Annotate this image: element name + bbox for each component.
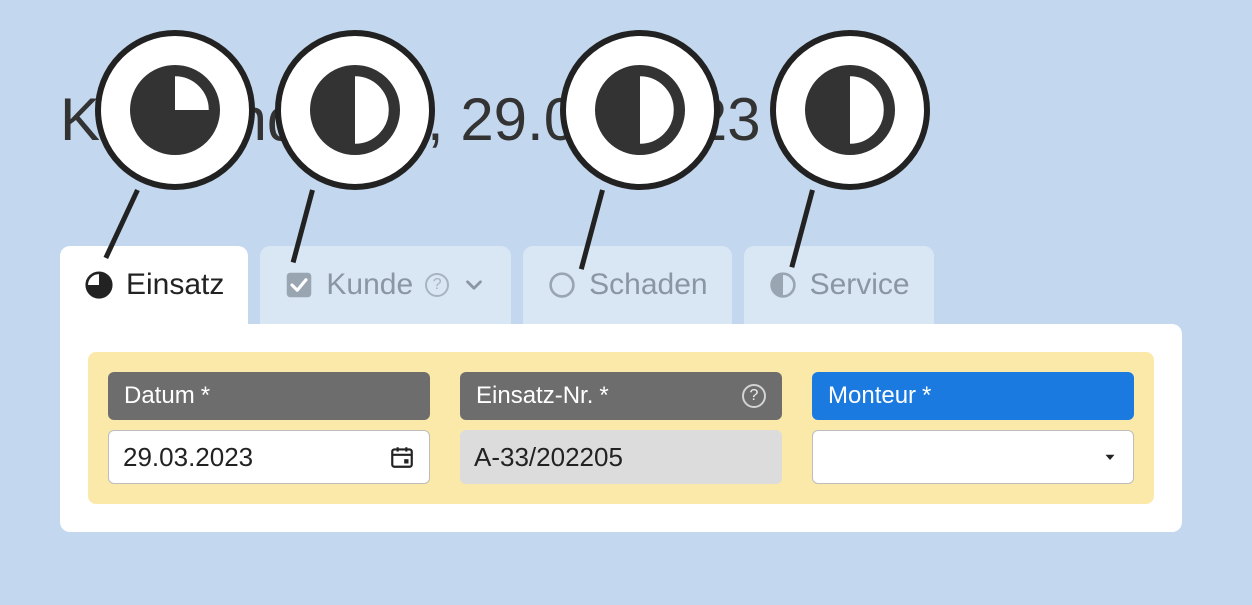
callout-kunde-icon: [275, 30, 435, 190]
help-icon[interactable]: ?: [425, 273, 449, 297]
tab-label: Einsatz: [126, 268, 224, 302]
checkbox-checked-icon: [284, 270, 314, 300]
tab-schaden[interactable]: Schaden: [523, 246, 731, 324]
callout-service-icon: [770, 30, 930, 190]
circle-empty-icon: [547, 270, 577, 300]
tab-label: Service: [810, 268, 910, 302]
form-panel: Datum * 29.03.2023 Einsatz-Nr. *: [60, 324, 1182, 532]
chevron-down-icon: [461, 272, 487, 298]
datum-value: 29.03.2023: [123, 442, 253, 473]
tab-label: Kunde: [326, 268, 413, 302]
tab-service[interactable]: Service: [744, 246, 934, 324]
callout-schaden-icon: [560, 30, 720, 190]
field-monteur: Monteur *: [812, 372, 1134, 484]
form-highlight-region: Datum * 29.03.2023 Einsatz-Nr. *: [88, 352, 1154, 504]
required-asterisk: *: [201, 382, 210, 410]
tab-einsatz[interactable]: Einsatz: [60, 246, 248, 324]
required-asterisk: *: [599, 382, 608, 410]
tabs-row: Einsatz Kunde ? Schaden Servi: [60, 246, 934, 324]
monteur-select[interactable]: [812, 430, 1134, 484]
pie-75-icon: [84, 270, 114, 300]
field-datum: Datum * 29.03.2023: [108, 372, 430, 484]
field-label-monteur: Monteur *: [812, 372, 1134, 420]
tab-label: Schaden: [589, 268, 707, 302]
callout-einsatz-icon: [95, 30, 255, 190]
datum-input[interactable]: 29.03.2023: [108, 430, 430, 484]
field-einsatznr: Einsatz-Nr. * ? A-33/202205: [460, 372, 782, 484]
field-label-einsatznr: Einsatz-Nr. * ?: [460, 372, 782, 420]
einsatznr-value: A-33/202205: [474, 442, 623, 473]
dropdown-caret-icon: [1101, 448, 1119, 466]
half-circle-icon: [768, 270, 798, 300]
required-asterisk: *: [922, 382, 931, 410]
tab-kunde[interactable]: Kunde ?: [260, 246, 511, 324]
help-icon[interactable]: ?: [742, 384, 766, 408]
einsatznr-input: A-33/202205: [460, 430, 782, 484]
calendar-icon[interactable]: [389, 444, 415, 470]
field-label-datum: Datum *: [108, 372, 430, 420]
